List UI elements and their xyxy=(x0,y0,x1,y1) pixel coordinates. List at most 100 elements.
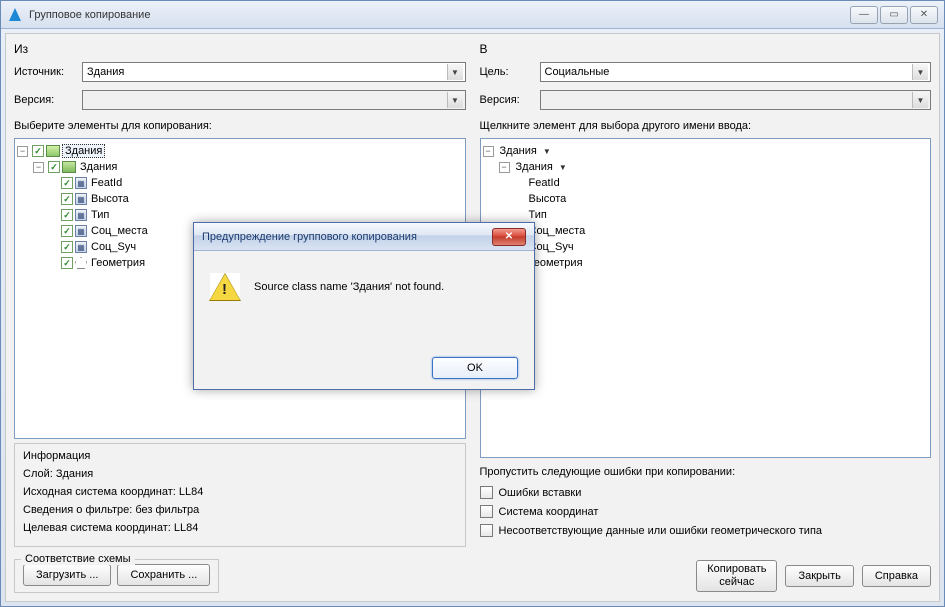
info-layer: Слой: Здания xyxy=(23,468,457,480)
checkbox-icon[interactable]: ✓ xyxy=(61,225,73,237)
dialog-title: Предупреждение группового копирования xyxy=(202,231,417,243)
tree-field-label[interactable]: Соц_места xyxy=(527,225,588,237)
target-heading: В xyxy=(480,42,932,56)
info-source-cs: Исходная система координат: LL84 xyxy=(23,486,457,498)
dialog-body: ! Source class name 'Здания' not found. … xyxy=(194,251,534,389)
app-icon xyxy=(7,7,23,23)
dialog-message: Source class name 'Здания' not found. xyxy=(254,281,444,293)
schema-icon xyxy=(46,145,60,157)
checkbox-icon[interactable]: ✓ xyxy=(61,257,73,269)
checkbox-icon[interactable]: ✓ xyxy=(61,177,73,189)
checkbox-icon[interactable]: ✓ xyxy=(61,209,73,221)
chevron-down-icon: ▼ xyxy=(912,64,928,80)
dialog-close-button[interactable]: ✕ xyxy=(492,228,526,246)
source-combo[interactable]: Здания ▼ xyxy=(82,62,466,82)
field-icon: ▦ xyxy=(75,225,87,237)
load-button[interactable]: Загрузить ... xyxy=(23,564,111,586)
tree-field-label[interactable]: FeatId xyxy=(89,177,124,189)
tree-field-row[interactable]: Высота xyxy=(483,191,929,207)
minimize-button[interactable]: — xyxy=(850,6,878,24)
tree-field-row[interactable]: ✓ ▦ Тип xyxy=(17,207,463,223)
help-button[interactable]: Справка xyxy=(862,565,931,587)
select-elements-label: Выберите элементы для копирования: xyxy=(14,120,466,132)
collapse-icon[interactable]: − xyxy=(17,146,28,157)
tree-class-row[interactable]: − Здания ▼ xyxy=(483,159,929,175)
tree-field-row[interactable]: ✓ ▦ Высота xyxy=(17,191,463,207)
tree-field-row[interactable]: Тип xyxy=(483,207,929,223)
save-button[interactable]: Сохранить ... xyxy=(117,564,210,586)
geom-label: Несоответствующие данные или ошибки геом… xyxy=(499,525,823,537)
cs-label: Система координат xyxy=(499,506,599,518)
copy-now-button[interactable]: Копировать сейчас xyxy=(696,560,777,592)
dialog-titlebar[interactable]: Предупреждение группового копирования ✕ xyxy=(194,223,534,251)
warning-dialog: Предупреждение группового копирования ✕ … xyxy=(193,222,535,390)
target-version-label: Версия: xyxy=(480,94,534,106)
tree-field-row[interactable]: FeatId xyxy=(483,175,929,191)
checkbox-icon[interactable]: ✓ xyxy=(61,241,73,253)
source-version-label: Версия: xyxy=(14,94,76,106)
source-label: Источник: xyxy=(14,66,76,78)
tree-class-label[interactable]: Здания xyxy=(78,161,119,173)
tree-field-row[interactable]: Геометрия xyxy=(483,255,929,271)
target-version-combo: ▼ xyxy=(540,90,932,110)
checkbox-icon[interactable]: ✓ xyxy=(61,193,73,205)
tree-field-label[interactable]: Высота xyxy=(527,193,569,205)
tree-field-label[interactable]: Высота xyxy=(89,193,131,205)
close-window-button[interactable]: ✕ xyxy=(910,6,938,24)
collapse-icon[interactable]: − xyxy=(33,162,44,173)
tree-class-label[interactable]: Здания xyxy=(514,161,555,173)
schema-mapping-group: Соответствие схемы Загрузить ... Сохрани… xyxy=(14,559,219,593)
collapse-icon[interactable]: − xyxy=(483,146,494,157)
checkbox-icon[interactable]: ✓ xyxy=(48,161,60,173)
tree-field-row[interactable]: ✓ ▦ FeatId xyxy=(17,175,463,191)
target-combo[interactable]: Социальные ▼ xyxy=(540,62,932,82)
tree-field-label[interactable]: Геометрия xyxy=(527,257,585,269)
tree-field-row[interactable]: Соц_Sуч xyxy=(483,239,929,255)
tree-field-label[interactable]: FeatId xyxy=(527,177,562,189)
tree-field-label[interactable]: Тип xyxy=(89,209,111,221)
bottom-bar: Соответствие схемы Загрузить ... Сохрани… xyxy=(14,553,931,593)
target-tree[interactable]: − Здания ▼ − Здания ▼ FeatId xyxy=(480,138,932,458)
cs-checkbox[interactable] xyxy=(480,505,493,518)
click-element-label: Щелкните элемент для выбора другого имен… xyxy=(480,120,932,132)
geom-checkbox[interactable] xyxy=(480,524,493,537)
checkbox-icon[interactable]: ✓ xyxy=(32,145,44,157)
tree-field-label[interactable]: Соц_Sуч xyxy=(89,241,138,253)
tree-field-label[interactable]: Соц_места xyxy=(89,225,150,237)
source-heading: Из xyxy=(14,42,466,56)
window-title: Групповое копирование xyxy=(29,9,150,21)
warning-icon: ! xyxy=(210,273,240,301)
field-icon: ▦ xyxy=(75,209,87,221)
tree-schema-row[interactable]: − Здания ▼ xyxy=(483,143,929,159)
chevron-down-icon: ▼ xyxy=(447,92,463,108)
tree-field-label[interactable]: Тип xyxy=(527,209,549,221)
target-label: Цель: xyxy=(480,66,534,78)
chevron-down-icon[interactable]: ▼ xyxy=(543,147,551,156)
tree-schema-label[interactable]: Здания xyxy=(498,145,539,157)
insert-errors-checkbox[interactable] xyxy=(480,486,493,499)
schema-mapping-label: Соответствие схемы xyxy=(21,553,135,565)
info-target-cs: Целевая система координат: LL84 xyxy=(23,522,457,534)
collapse-icon[interactable]: − xyxy=(499,162,510,173)
skip-panel: Пропустить следующие ошибки при копирова… xyxy=(480,462,932,547)
tree-field-row[interactable]: Соц_места xyxy=(483,223,929,239)
field-icon: ▦ xyxy=(75,177,87,189)
window-controls: — ▭ ✕ xyxy=(850,6,938,24)
ok-button[interactable]: OK xyxy=(432,357,518,379)
class-icon xyxy=(62,161,76,173)
tree-schema-row[interactable]: − ✓ Здания xyxy=(17,143,463,159)
source-version-combo: ▼ xyxy=(82,90,466,110)
chevron-down-icon: ▼ xyxy=(912,92,928,108)
field-icon: ▦ xyxy=(75,193,87,205)
tree-field-label[interactable]: Геометрия xyxy=(89,257,147,269)
tree-schema-label[interactable]: Здания xyxy=(62,144,105,158)
info-panel: Информация Слой: Здания Исходная система… xyxy=(14,443,466,547)
close-button[interactable]: Закрыть xyxy=(785,565,853,587)
tree-class-row[interactable]: − ✓ Здания xyxy=(17,159,463,175)
chevron-down-icon[interactable]: ▼ xyxy=(559,163,567,172)
maximize-button[interactable]: ▭ xyxy=(880,6,908,24)
skip-heading: Пропустить следующие ошибки при копирова… xyxy=(480,466,932,478)
field-icon: ▦ xyxy=(75,241,87,253)
titlebar[interactable]: Групповое копирование — ▭ ✕ xyxy=(1,1,944,29)
target-panel: В Цель: Социальные ▼ Версия: ▼ Щелкните … xyxy=(480,42,932,547)
